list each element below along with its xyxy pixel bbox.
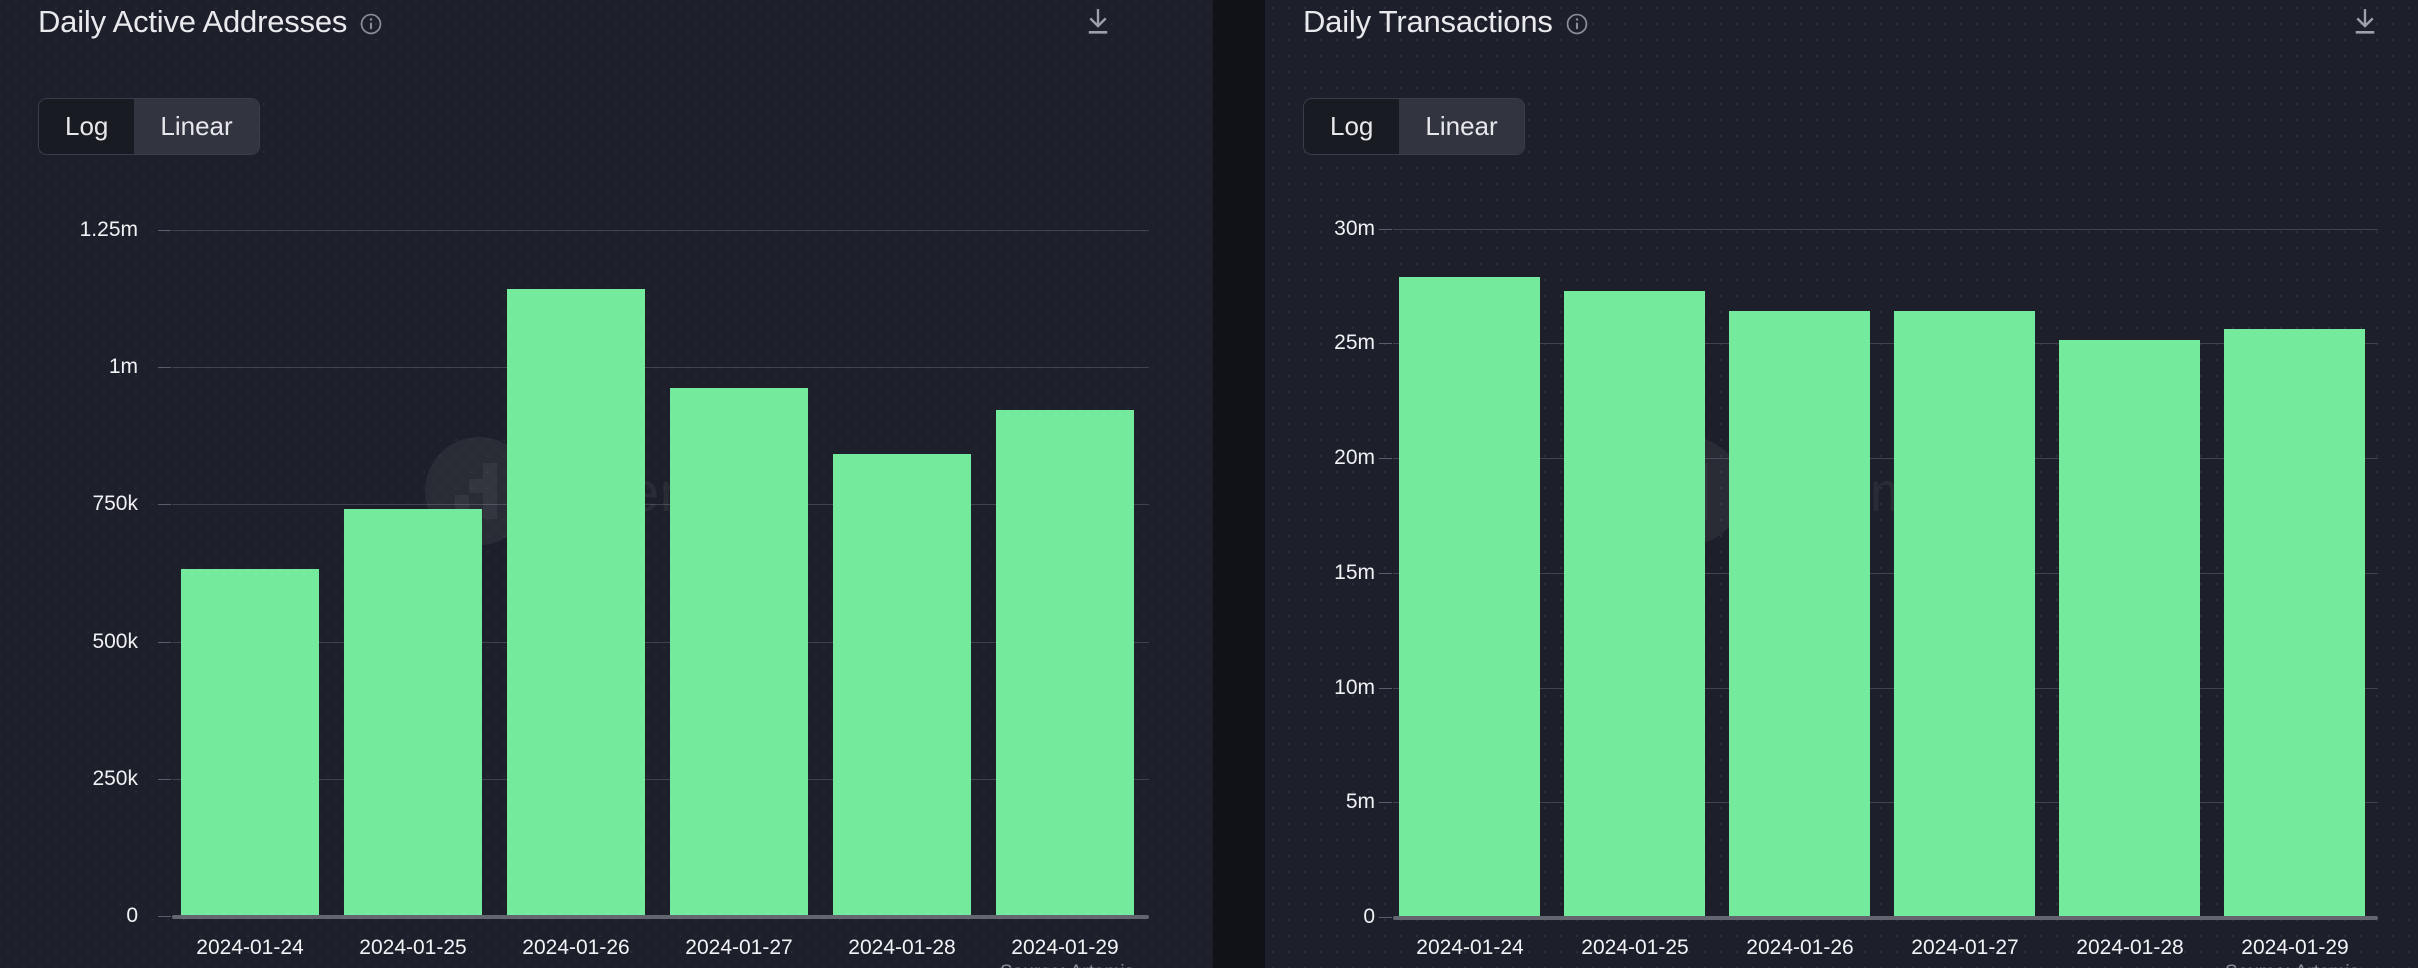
y-tick-label: 0 xyxy=(18,904,138,928)
y-tick-label: 20m xyxy=(1265,446,1375,470)
y-tick-label: 0 xyxy=(1265,905,1375,929)
x-tick-label: 2024-01-26 xyxy=(1746,936,1853,960)
y-tick-label: 10m xyxy=(1265,676,1375,700)
dashboard-root: Daily Active Addresses Log xyxy=(0,0,2418,968)
bar-2024-01-27[interactable] xyxy=(1894,311,2035,917)
bar-2024-01-25[interactable] xyxy=(1564,291,1705,917)
x-tick-label: 2024-01-28 xyxy=(2076,936,2183,960)
x-tick-label: 2024-01-25 xyxy=(1581,936,1688,960)
axis-tick xyxy=(158,916,171,917)
x-tick-label: 2024-01-29 xyxy=(1011,936,1118,960)
bar-2024-01-24[interactable] xyxy=(181,569,319,916)
source-note: Source: Artemis xyxy=(1000,962,1134,968)
gridline xyxy=(172,367,1149,368)
y-tick-label: 30m xyxy=(1265,217,1375,241)
bar-2024-01-28[interactable] xyxy=(2059,340,2200,917)
panel-daily-transactions: Daily Transactions Log Lin xyxy=(1265,0,2418,968)
chart-plot-right: 30m 25m 20m 15m 10m 5m 0 xyxy=(1265,0,2418,968)
bar-2024-01-26[interactable] xyxy=(507,289,645,916)
axis-tick xyxy=(158,230,171,231)
axis-tick xyxy=(158,779,171,780)
axis-tick xyxy=(158,504,171,505)
x-tick-label: 2024-01-24 xyxy=(196,936,303,960)
axis-tick xyxy=(1379,688,1392,689)
bar-2024-01-29[interactable] xyxy=(2224,329,2365,917)
bar-2024-01-28[interactable] xyxy=(833,454,971,916)
panel-daily-active-addresses: Daily Active Addresses Log xyxy=(0,0,1213,968)
axis-tick xyxy=(1379,458,1392,459)
bar-2024-01-25[interactable] xyxy=(344,509,482,916)
source-note: Source: Artemis xyxy=(2225,962,2359,968)
x-tick-label: 2024-01-27 xyxy=(1911,936,2018,960)
x-tick-label: 2024-01-28 xyxy=(848,936,955,960)
bar-2024-01-27[interactable] xyxy=(670,388,808,916)
x-tick-label: 2024-01-29 xyxy=(2241,936,2348,960)
x-axis-line xyxy=(1393,916,2378,920)
x-tick-label: 2024-01-25 xyxy=(359,936,466,960)
chart-plot-left: 1.25m 1m 750k 500k 250k 0 xyxy=(0,0,1213,968)
gridline xyxy=(172,230,1149,231)
y-tick-label: 25m xyxy=(1265,331,1375,355)
axis-tick xyxy=(1379,229,1392,230)
axis-tick xyxy=(1379,802,1392,803)
axis-tick xyxy=(158,642,171,643)
y-tick-label: 5m xyxy=(1265,790,1375,814)
bar-2024-01-29[interactable] xyxy=(996,410,1134,916)
axis-tick xyxy=(1379,573,1392,574)
x-tick-label: 2024-01-27 xyxy=(685,936,792,960)
bar-2024-01-24[interactable] xyxy=(1399,277,1540,917)
y-tick-label: 1.25m xyxy=(18,218,138,242)
axis-tick xyxy=(1379,917,1392,918)
axis-tick xyxy=(1379,343,1392,344)
axis-tick xyxy=(158,367,171,368)
x-tick-label: 2024-01-26 xyxy=(522,936,629,960)
y-tick-label: 500k xyxy=(18,630,138,654)
bar-2024-01-26[interactable] xyxy=(1729,311,1870,917)
x-axis-line xyxy=(172,915,1149,919)
panel-divider xyxy=(1213,0,1265,968)
y-tick-label: 1m xyxy=(18,355,138,379)
x-tick-label: 2024-01-24 xyxy=(1416,936,1523,960)
gridline xyxy=(1393,229,2378,230)
y-tick-label: 15m xyxy=(1265,561,1375,585)
y-tick-label: 750k xyxy=(18,492,138,516)
y-tick-label: 250k xyxy=(18,767,138,791)
